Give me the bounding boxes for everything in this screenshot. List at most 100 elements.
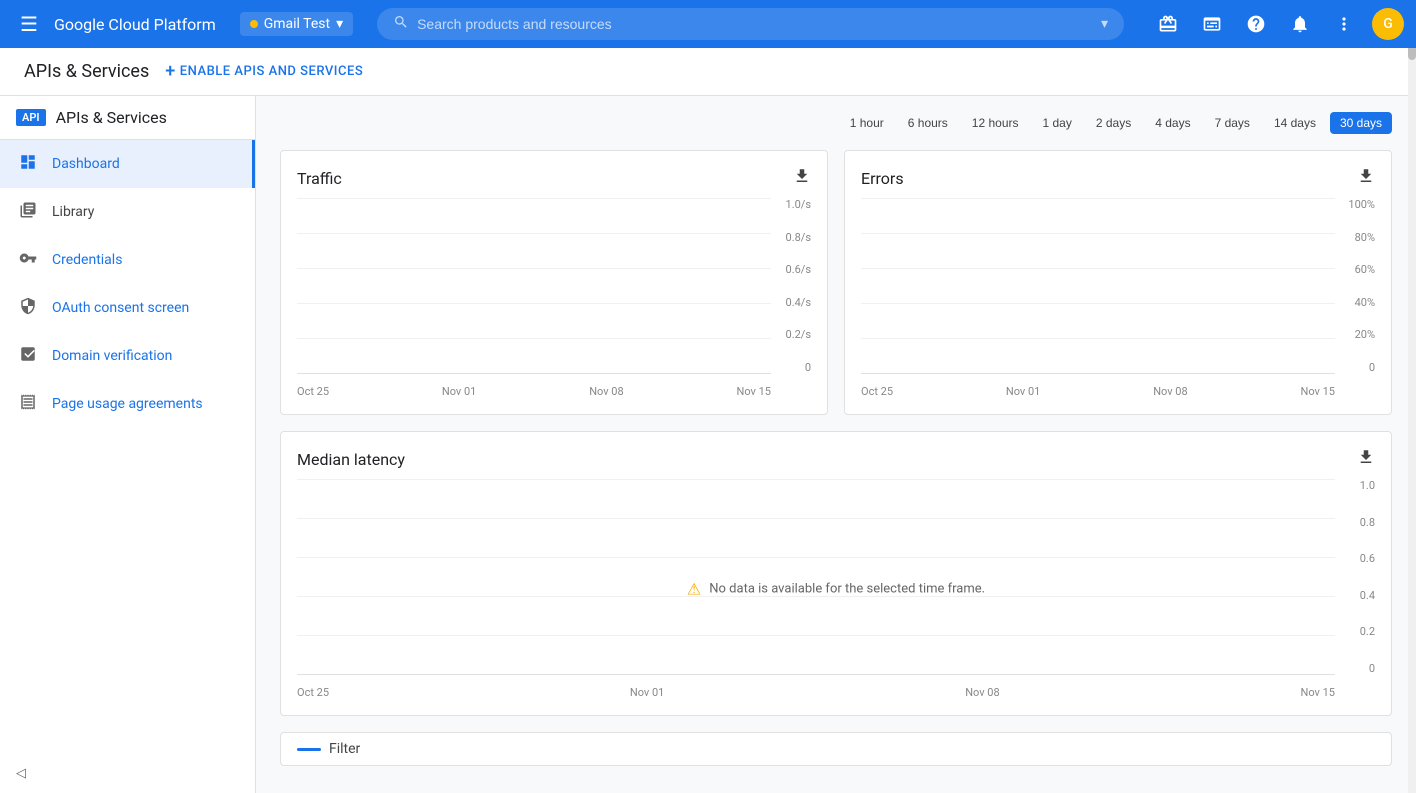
median-latency-title: Median latency xyxy=(297,450,405,469)
plus-icon: + xyxy=(165,61,176,82)
search-input[interactable] xyxy=(417,16,1085,32)
time-range-bar: 1 hour 6 hours 12 hours 1 day 2 days 4 d… xyxy=(280,112,1392,134)
credentials-icon xyxy=(16,249,40,272)
latency-y-label-3: 0.4 xyxy=(1339,589,1375,602)
errors-x-label-2: Nov 08 xyxy=(1153,385,1187,398)
errors-y-label-5: 0 xyxy=(1339,361,1375,374)
api-badge: API xyxy=(16,109,46,126)
latency-y-labels: 1.0 0.8 0.6 0.4 0.2 0 xyxy=(1339,479,1375,675)
traffic-y-label-2: 0.6/s xyxy=(775,263,811,276)
errors-download-button[interactable] xyxy=(1357,167,1375,190)
page-title: APIs & Services xyxy=(24,61,149,82)
traffic-download-button[interactable] xyxy=(793,167,811,190)
errors-chart-area: 100% 80% 60% 40% 20% 0 Oct 25 Nov 01 Nov… xyxy=(861,198,1375,398)
avatar[interactable]: G xyxy=(1372,8,1404,40)
latency-x-label-1: Nov 01 xyxy=(630,686,664,699)
errors-x-label-1: Nov 01 xyxy=(1006,385,1040,398)
hamburger-icon[interactable]: ☰ xyxy=(12,4,46,44)
traffic-x-label-1: Nov 01 xyxy=(442,385,476,398)
traffic-chart-card: Traffic 1.0/s 0.8/s xyxy=(280,150,828,415)
errors-x-label-0: Oct 25 xyxy=(861,385,893,398)
search-bar[interactable]: ▾ xyxy=(377,8,1124,40)
median-latency-header: Median latency xyxy=(297,448,1375,471)
errors-x-label-3: Nov 15 xyxy=(1301,385,1335,398)
time-btn-7d[interactable]: 7 days xyxy=(1205,112,1260,134)
no-data-text: No data is available for the selected ti… xyxy=(709,582,985,597)
errors-x-labels: Oct 25 Nov 01 Nov 08 Nov 15 xyxy=(861,385,1335,398)
errors-y-labels: 100% 80% 60% 40% 20% 0 xyxy=(1339,198,1375,374)
filter-bar: Filter xyxy=(280,732,1392,766)
notification-button[interactable] xyxy=(1280,4,1320,44)
time-btn-30d[interactable]: 30 days xyxy=(1330,112,1392,134)
no-data-message: ⚠ No data is available for the selected … xyxy=(687,580,985,599)
latency-y-label-4: 0.2 xyxy=(1339,625,1375,638)
sidebar-item-credentials[interactable]: Credentials xyxy=(0,236,255,284)
time-btn-12h[interactable]: 12 hours xyxy=(962,112,1029,134)
scrollbar-track xyxy=(1408,0,1416,793)
time-btn-4d[interactable]: 4 days xyxy=(1145,112,1200,134)
filter-bar-line xyxy=(297,748,321,751)
latency-x-labels: Oct 25 Nov 01 Nov 08 Nov 15 xyxy=(297,686,1335,699)
enable-apis-button[interactable]: + ENABLE APIS AND SERVICES xyxy=(165,61,363,82)
latency-y-label-0: 1.0 xyxy=(1339,479,1375,492)
latency-x-label-0: Oct 25 xyxy=(297,686,329,699)
latency-x-label-3: Nov 15 xyxy=(1301,686,1335,699)
sidebar-item-oauth[interactable]: OAuth consent screen xyxy=(0,284,255,332)
traffic-y-labels: 1.0/s 0.8/s 0.6/s 0.4/s 0.2/s 0 xyxy=(775,198,811,374)
brand-title: Google Cloud Platform xyxy=(54,15,216,34)
sidebar-item-dashboard[interactable]: Dashboard xyxy=(0,140,255,188)
median-latency-card: Median latency ⚠ No data is available fo… xyxy=(280,431,1392,716)
traffic-y-label-1: 0.8/s xyxy=(775,231,811,244)
main-layout: API APIs & Services Dashboard Library Cr… xyxy=(0,96,1416,793)
time-btn-1d[interactable]: 1 day xyxy=(1033,112,1082,134)
errors-y-label-2: 60% xyxy=(1339,263,1375,276)
median-latency-download-button[interactable] xyxy=(1357,448,1375,471)
sidebar: API APIs & Services Dashboard Library Cr… xyxy=(0,96,256,793)
latency-y-label-2: 0.6 xyxy=(1339,552,1375,565)
time-btn-6h[interactable]: 6 hours xyxy=(898,112,958,134)
domain-icon xyxy=(16,345,40,368)
traffic-chart-area: 1.0/s 0.8/s 0.6/s 0.4/s 0.2/s 0 Oct 25 N… xyxy=(297,198,811,398)
errors-chart-header: Errors xyxy=(861,167,1375,190)
project-selector[interactable]: Gmail Test ▾ xyxy=(240,12,353,36)
gift-button[interactable] xyxy=(1148,4,1188,44)
latency-y-label-5: 0 xyxy=(1339,662,1375,675)
terminal-button[interactable] xyxy=(1192,4,1232,44)
time-btn-2d[interactable]: 2 days xyxy=(1086,112,1141,134)
help-button[interactable] xyxy=(1236,4,1276,44)
traffic-chart-title: Traffic xyxy=(297,169,342,188)
traffic-y-label-5: 0 xyxy=(775,361,811,374)
sidebar-item-label-domain: Domain verification xyxy=(52,348,172,364)
project-chevron-icon: ▾ xyxy=(336,16,343,32)
traffic-chart-header: Traffic xyxy=(297,167,811,190)
sidebar-api-title: APIs & Services xyxy=(56,108,167,127)
traffic-chart-plot xyxy=(297,198,771,374)
collapse-sidebar-btn[interactable]: ◁ xyxy=(0,754,255,793)
dashboard-icon xyxy=(16,153,40,176)
latency-y-label-1: 0.8 xyxy=(1339,516,1375,529)
errors-chart-card: Errors 100% 80% xyxy=(844,150,1392,415)
median-latency-plot xyxy=(297,479,1335,675)
top-nav: ☰ Google Cloud Platform Gmail Test ▾ ▾ G xyxy=(0,0,1416,48)
sidebar-api-header: API APIs & Services xyxy=(0,96,255,140)
time-btn-14d[interactable]: 14 days xyxy=(1264,112,1326,134)
sidebar-item-label-oauth: OAuth consent screen xyxy=(52,300,189,316)
sub-header: APIs & Services + ENABLE APIS AND SERVIC… xyxy=(0,48,1416,96)
page-usage-icon xyxy=(16,393,40,416)
charts-row: Traffic 1.0/s 0.8/s xyxy=(280,150,1392,415)
search-chevron-icon[interactable]: ▾ xyxy=(1101,16,1108,32)
median-latency-chart-area: ⚠ No data is available for the selected … xyxy=(297,479,1375,699)
sidebar-item-library[interactable]: Library xyxy=(0,188,255,236)
errors-y-label-0: 100% xyxy=(1339,198,1375,211)
traffic-x-label-0: Oct 25 xyxy=(297,385,329,398)
errors-chart-title: Errors xyxy=(861,169,904,188)
sidebar-item-page-usage[interactable]: Page usage agreements xyxy=(0,380,255,428)
sidebar-item-domain[interactable]: Domain verification xyxy=(0,332,255,380)
traffic-x-label-3: Nov 15 xyxy=(737,385,771,398)
errors-y-label-1: 80% xyxy=(1339,231,1375,244)
more-button[interactable] xyxy=(1324,4,1364,44)
sidebar-item-label-library: Library xyxy=(52,204,94,220)
time-btn-1h[interactable]: 1 hour xyxy=(840,112,894,134)
errors-y-label-3: 40% xyxy=(1339,296,1375,309)
sidebar-item-label-credentials: Credentials xyxy=(52,252,122,268)
